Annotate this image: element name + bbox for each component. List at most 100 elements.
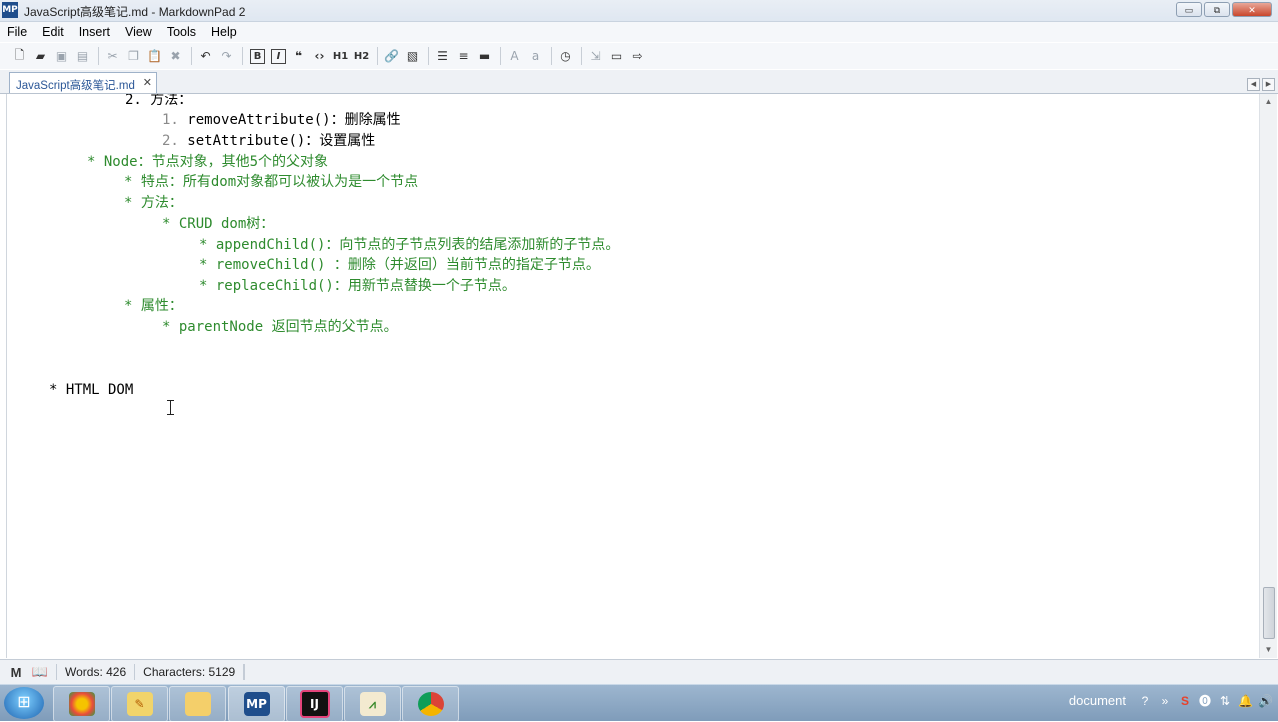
- tray-expand-icon[interactable]: »: [1158, 694, 1172, 708]
- editor-line: * replaceChild()：用新节点替换一个子节点。: [199, 278, 516, 294]
- code-icon[interactable]: ‹›: [310, 47, 329, 66]
- editor-line: 1. removeAttribute()：删除属性: [162, 110, 401, 130]
- markdown-editor[interactable]: 2. 方法： 1. removeAttribute()：删除属性 2. setA…: [6, 94, 1259, 658]
- list-number: 1.: [162, 112, 188, 128]
- bold-icon[interactable]: B: [250, 48, 265, 64]
- pencil-icon: ✎: [126, 692, 153, 716]
- editor-line: * HTML DOM: [49, 382, 134, 398]
- scroll-down-icon[interactable]: ▼: [1260, 642, 1277, 658]
- maximize-button[interactable]: ⧉: [1204, 2, 1230, 17]
- tab-scroll-left-icon[interactable]: ◀: [1247, 78, 1260, 91]
- toolbar-divider: [428, 47, 429, 65]
- close-tab-icon[interactable]: ✕: [143, 76, 152, 89]
- toolbar-divider: [191, 47, 192, 65]
- markdownpad-icon: MP: [243, 692, 270, 716]
- menu-view[interactable]: View: [118, 25, 160, 39]
- character-count: Characters: 5129: [134, 664, 243, 680]
- quote-icon[interactable]: ❝: [289, 47, 308, 66]
- taskbar-app-markdownpad[interactable]: MP: [228, 686, 285, 722]
- scroll-up-icon[interactable]: ▲: [1260, 94, 1277, 110]
- preview-icon[interactable]: ⇲: [586, 47, 605, 66]
- taskbar-app-intellij[interactable]: IJ: [286, 686, 343, 722]
- open-folder-icon[interactable]: ▰: [31, 47, 50, 66]
- taskbar-app-notepad[interactable]: ⩘: [344, 686, 401, 722]
- cut-icon[interactable]: ✂: [103, 47, 122, 66]
- colorful-app-icon: [68, 692, 95, 716]
- sogou-icon[interactable]: S: [1178, 694, 1192, 708]
- document-tabs: JavaScript高级笔记.md ✕ ◀ ▶: [0, 70, 1278, 94]
- menu-file[interactable]: File: [0, 25, 35, 39]
- book-icon[interactable]: 📖: [30, 664, 50, 680]
- taskbar: ⊞ ✎ MP IJ ⩘ document ? » S ⓿ ⇅ 🔔 🔊: [0, 684, 1278, 722]
- taskbar-app-chrome[interactable]: [402, 686, 459, 722]
- uppercase-icon[interactable]: A: [505, 47, 524, 66]
- link-icon[interactable]: 🔗: [382, 47, 401, 66]
- help-circle-icon[interactable]: ⓿: [1198, 692, 1212, 709]
- intellij-icon: IJ: [299, 690, 330, 718]
- vertical-scrollbar[interactable]: ▲ ▼: [1259, 94, 1277, 658]
- delete-icon[interactable]: ✖: [166, 47, 185, 66]
- word-count: Words: 426: [56, 664, 134, 680]
- tab-scroll-right-icon[interactable]: ▶: [1262, 78, 1275, 91]
- toolbar-divider: [581, 47, 582, 65]
- image-icon[interactable]: ▧: [403, 47, 422, 66]
- toolbar-divider: [98, 47, 99, 65]
- tab-document[interactable]: JavaScript高级笔记.md ✕: [9, 72, 157, 93]
- taskbar-app-editor[interactable]: ✎: [111, 686, 168, 722]
- folder-icon: [184, 692, 211, 716]
- italic-icon[interactable]: I: [271, 48, 286, 64]
- window-title: JavaScript高级笔记.md - MarkdownPad 2: [24, 5, 246, 19]
- browser-preview-icon[interactable]: ▭: [607, 47, 626, 66]
- editor-line: * 特点：所有dom对象都可以被认为是一个节点: [124, 174, 419, 190]
- chrome-icon: [417, 692, 444, 716]
- editor-line: * CRUD dom树：: [162, 216, 275, 232]
- minimize-button[interactable]: ▭: [1176, 2, 1202, 17]
- tab-scroll-controls: ◀ ▶: [1247, 78, 1275, 91]
- unordered-list-icon[interactable]: ☰: [433, 47, 452, 66]
- tray-document-label[interactable]: document: [1069, 693, 1126, 708]
- undo-icon[interactable]: ↶: [196, 47, 215, 66]
- menu-edit[interactable]: Edit: [35, 25, 72, 39]
- notification-icon[interactable]: 🔔: [1238, 694, 1253, 708]
- editor-line: * appendChild()：向节点的子节点列表的结尾添加新的子节点。: [199, 237, 620, 253]
- redo-icon[interactable]: ↷: [217, 47, 236, 66]
- window-controls: ▭ ⧉ ✕: [1176, 2, 1272, 17]
- tray-help-icon[interactable]: ?: [1138, 694, 1152, 708]
- timestamp-icon[interactable]: ◷: [556, 47, 575, 66]
- editor-line: * Node：节点对象，其他5个的父对象: [87, 154, 329, 170]
- markdown-icon[interactable]: M: [6, 665, 26, 680]
- paste-icon[interactable]: 📋: [145, 47, 164, 66]
- menu-help[interactable]: Help: [204, 25, 245, 39]
- menu-tools[interactable]: Tools: [160, 25, 204, 39]
- editor-line: * 属性：: [124, 298, 183, 314]
- export-icon[interactable]: ⇨: [628, 47, 647, 66]
- taskbar-app-explorer[interactable]: [169, 686, 226, 722]
- list-text: removeAttribute()：删除属性: [187, 112, 401, 128]
- ordered-list-icon[interactable]: ≡: [454, 47, 473, 66]
- menu-insert[interactable]: Insert: [72, 25, 118, 39]
- text-cursor-icon: [167, 400, 174, 415]
- horizontal-rule-icon[interactable]: ▬: [475, 47, 494, 66]
- new-document-icon[interactable]: 🗋: [10, 47, 29, 66]
- lowercase-icon[interactable]: a: [526, 47, 545, 66]
- tab-label: JavaScript高级笔记.md: [16, 80, 135, 92]
- scrollbar-thumb[interactable]: [1263, 587, 1275, 639]
- volume-icon[interactable]: 🔊: [1258, 694, 1273, 708]
- toolbar-divider: [242, 47, 243, 65]
- title-bar: MP JavaScript高级笔记.md - MarkdownPad 2 ▭ ⧉…: [0, 0, 1278, 22]
- copy-icon[interactable]: ❐: [124, 47, 143, 66]
- toolbar: 🗋 ▰ ▣ ▤ ✂ ❐ 📋 ✖ ↶ ↷ B I ❝ ‹› H1 H2 🔗 ▧ ☰…: [0, 43, 1278, 69]
- save-all-icon[interactable]: ▤: [73, 47, 92, 66]
- taskbar-app-chrome-colors[interactable]: [53, 686, 110, 722]
- heading2-icon[interactable]: H2: [352, 47, 371, 66]
- editor-line: 2. setAttribute()：设置属性: [162, 131, 375, 151]
- toolbar-divider: [551, 47, 552, 65]
- chart-notepad-icon: ⩘: [359, 692, 386, 716]
- toolbar-divider: [500, 47, 501, 65]
- system-tray: document ? » S ⓿ ⇅ 🔔 🔊: [1069, 692, 1273, 709]
- save-icon[interactable]: ▣: [52, 47, 71, 66]
- heading1-icon[interactable]: H1: [331, 47, 350, 66]
- close-button[interactable]: ✕: [1232, 2, 1272, 17]
- start-orb-icon[interactable]: ⊞: [4, 687, 44, 719]
- network-icon[interactable]: ⇅: [1218, 694, 1232, 708]
